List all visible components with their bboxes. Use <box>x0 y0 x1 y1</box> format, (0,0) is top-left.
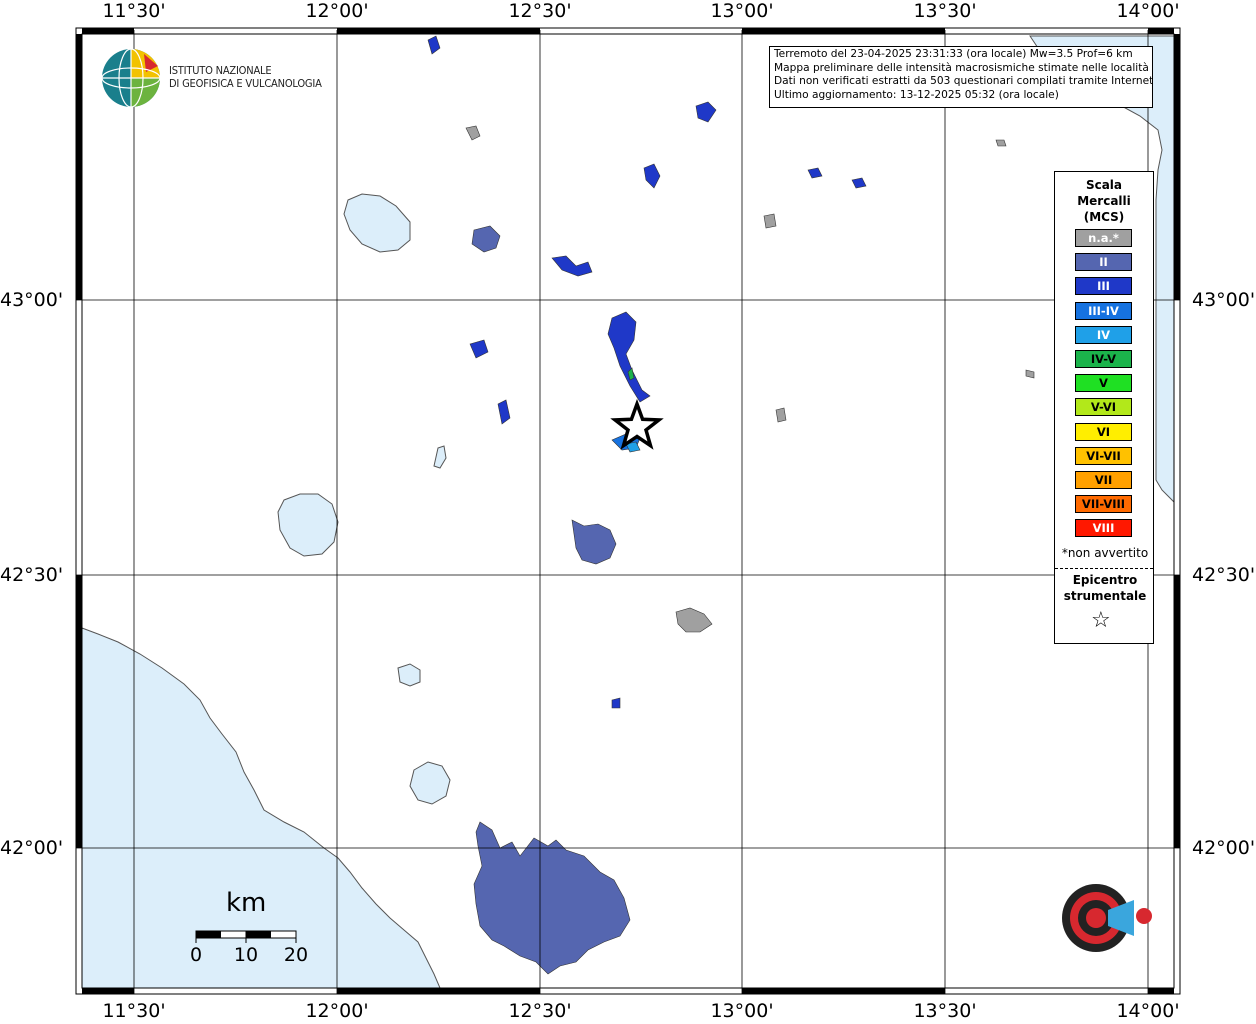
intensity-legend: Scala Mercalli (MCS) n.a.* II III III-IV IV I… <box>1054 171 1154 644</box>
event-info-line3: Dati non verificati estratti da 503 ques… <box>774 75 1153 87</box>
scale-label-0: 0 <box>189 944 203 966</box>
narni-area-iii <box>497 399 511 425</box>
legend-item-7: V-VI <box>1075 398 1132 417</box>
scale-bar: km 0 10 20 <box>186 888 316 978</box>
lon-tick-top-4: 13°00' <box>710 0 774 22</box>
lake-bolsena <box>277 493 339 557</box>
legend-divider <box>1055 568 1153 569</box>
assisi-area-iii <box>643 163 661 189</box>
foligno-area-iii <box>551 255 593 277</box>
scale-label-10: 10 <box>233 944 259 966</box>
legend-item-8: VI <box>1075 422 1132 441</box>
legend-item-0: n.a.* <box>1075 229 1132 247</box>
misc-na-5 <box>1025 369 1035 379</box>
event-info-line4: Ultimo aggiornamento: 13-12-2025 05:32 (… <box>774 88 1059 101</box>
legend-item-2: III <box>1075 277 1132 296</box>
legend-item-4: IV <box>1075 325 1132 344</box>
event-info-line1: Terremoto del 23-04-2025 23:31:33 (ora l… <box>774 48 1133 60</box>
lon-tick-top-2: 12°00' <box>305 0 369 22</box>
legend-item-5: IV-V <box>1075 350 1132 368</box>
misc-na-4 <box>995 139 1007 147</box>
rieti-area-na <box>675 607 713 633</box>
legend-title: Scala Mercalli (MCS) <box>1077 178 1131 224</box>
lon-tick-top-3: 12°30' <box>508 0 572 22</box>
legend-item-9: VI-VII <box>1075 446 1132 465</box>
lat-tick-right-1: 43°00' <box>1192 289 1256 311</box>
legend-item-12: VIII <box>1075 519 1132 538</box>
legend-item-6: V <box>1075 374 1132 393</box>
ingv-logo-line1: ISTITUTO NAZIONALE <box>169 64 272 77</box>
ingv-logo: ISTITUTO NAZIONALE DI GEOFISICA E VULCAN… <box>100 46 340 112</box>
ingv-globe-icon <box>101 48 161 108</box>
scale-bar-graphic <box>195 930 297 943</box>
lake-bracciano <box>409 761 451 805</box>
misc-na-1 <box>465 125 481 141</box>
lon-tick-bottom-5: 13°30' <box>913 1000 977 1022</box>
lon-tick-bottom-1: 11°30' <box>102 1000 166 1022</box>
lat-tick-left-3: 42°00' <box>0 837 64 859</box>
legend-item-10: VII <box>1075 471 1132 489</box>
lat-tick-right-3: 42°00' <box>1192 837 1256 859</box>
epicentral-area-iii <box>607 311 651 403</box>
lake-area-iii <box>427 35 441 55</box>
rome-intensity-ii <box>473 821 631 975</box>
lon-tick-bottom-4: 13°00' <box>710 1000 774 1022</box>
legend-epicenter-label: Epicentro strumentale <box>1063 573 1147 603</box>
lat-tick-left-2: 42°30' <box>0 564 64 586</box>
misc-iii-3 <box>611 697 621 709</box>
misc-iii-2 <box>807 167 823 179</box>
lon-tick-bottom-3: 12°30' <box>508 1000 572 1022</box>
todi-area-iii <box>469 339 489 359</box>
lake-corbara <box>433 445 447 469</box>
lat-tick-left-1: 43°00' <box>0 289 64 311</box>
event-info-box: Terremoto del 23-04-2025 23:31:33 (ora l… <box>769 46 1153 108</box>
ingv-logo-line2: DI GEOFISICA E VULCANOLOGIA <box>169 77 322 90</box>
gubbio-area-iii <box>695 101 717 123</box>
misc-na-2 <box>763 213 777 229</box>
perugia-area-ii <box>471 225 501 253</box>
legend-star-icon: ☆ <box>1091 608 1111 633</box>
lon-tick-top-5: 13°30' <box>913 0 977 22</box>
lon-tick-bottom-6: 14°00' <box>1116 1000 1180 1022</box>
lon-tick-top-6: 14°00' <box>1116 0 1180 22</box>
lon-tick-top-1: 11°30' <box>102 0 166 22</box>
haisentito-logo <box>1036 860 1162 976</box>
terni-intensity-ii <box>571 519 617 565</box>
scale-label-20: 20 <box>283 944 309 966</box>
lat-tick-right-2: 42°30' <box>1192 564 1256 586</box>
haisentito-target-icon <box>1062 884 1152 952</box>
legend-note: *non avvertito <box>1061 546 1149 560</box>
legend-item-11: VII-VIII <box>1075 495 1132 514</box>
legend-item-3: III-IV <box>1075 301 1132 320</box>
lon-tick-bottom-2: 12°00' <box>305 1000 369 1022</box>
legend-item-1: II <box>1075 253 1132 272</box>
event-info-line2: Mappa preliminare delle intensità macros… <box>774 61 1149 74</box>
misc-na-3 <box>775 407 787 423</box>
misc-iii-1 <box>851 177 867 189</box>
lake-vico <box>397 663 421 687</box>
lake-trasimeno <box>343 193 411 253</box>
